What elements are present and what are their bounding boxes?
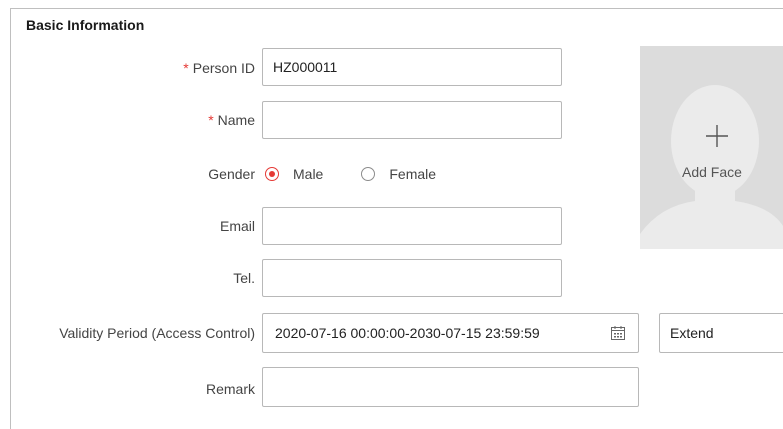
email-input[interactable] <box>262 207 562 245</box>
gender-male-radio[interactable]: Male <box>265 166 323 182</box>
person-id-label: * Person ID <box>183 60 255 76</box>
radio-unselected-icon <box>361 167 376 181</box>
validity-period-input[interactable]: 2020-07-16 00:00:00-2030-07-15 23:59:59 <box>262 313 639 353</box>
add-face-area[interactable]: Add Face <box>640 46 783 249</box>
gender-label: Gender <box>208 166 255 182</box>
calendar-icon[interactable] <box>610 325 626 341</box>
email-label: Email <box>219 218 255 234</box>
person-id-input[interactable]: HZ000011 <box>262 48 562 86</box>
name-input[interactable] <box>262 101 562 139</box>
add-face-label: Add Face <box>682 164 742 180</box>
required-mark: * <box>208 112 214 128</box>
plus-icon <box>706 125 728 147</box>
tel-input[interactable] <box>262 259 562 297</box>
name-label: * Name <box>208 112 255 128</box>
validity-period-value: 2020-07-16 00:00:00-2030-07-15 23:59:59 <box>275 325 540 341</box>
gender-female-label: Female <box>389 166 437 182</box>
required-mark: * <box>183 60 189 76</box>
gender-radio-group: Male Female <box>265 163 436 185</box>
name-label-text: Name <box>217 112 255 128</box>
section-title: Basic Information <box>26 17 145 33</box>
person-id-label-text: Person ID <box>192 60 255 76</box>
tel-label: Tel. <box>233 270 255 286</box>
extend-dropdown[interactable]: Extend <box>659 313 783 353</box>
validity-period-label: Validity Period (Access Control) <box>59 325 255 341</box>
radio-selected-icon <box>265 167 279 181</box>
gender-female-radio[interactable]: Female <box>361 166 436 182</box>
remark-label: Remark <box>205 381 255 397</box>
remark-input[interactable] <box>262 367 639 407</box>
gender-male-label: Male <box>293 166 324 182</box>
